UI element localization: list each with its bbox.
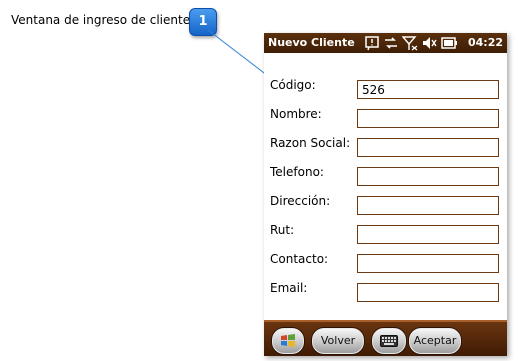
- mobile-window: Nuevo Cliente 04:22 Código: 526 Nombre: …: [264, 33, 507, 356]
- codigo-field[interactable]: 526: [357, 80, 499, 99]
- telefono-field[interactable]: [357, 167, 499, 186]
- contacto-field[interactable]: [357, 254, 499, 273]
- nombre-label: Nombre:: [270, 107, 322, 121]
- battery-icon[interactable]: [441, 35, 457, 51]
- contacto-label: Contacto:: [270, 252, 329, 266]
- form-row-contacto: Contacto:: [264, 249, 507, 273]
- direccion-label: Dirección:: [270, 194, 331, 208]
- form-row-codigo: Código: 526: [264, 75, 507, 99]
- codigo-label: Código:: [270, 78, 316, 92]
- title-bar: Nuevo Cliente 04:22: [264, 33, 507, 53]
- connectivity-icon[interactable]: [383, 35, 399, 51]
- rut-label: Rut:: [270, 223, 295, 237]
- keyboard-button[interactable]: [372, 328, 406, 354]
- email-label: Email:: [270, 281, 308, 295]
- email-field[interactable]: [357, 283, 499, 302]
- razon-social-field[interactable]: [357, 138, 499, 157]
- volume-muted-icon[interactable]: [421, 35, 437, 51]
- telefono-label: Telefono:: [270, 165, 324, 179]
- clock: 04:22: [467, 36, 503, 49]
- form-row-razon-social: Razon Social:: [264, 133, 507, 157]
- keyboard-icon: [380, 335, 398, 347]
- nombre-field[interactable]: [357, 109, 499, 128]
- window-title: Nuevo Cliente: [268, 36, 355, 49]
- no-signal-icon[interactable]: [402, 35, 418, 51]
- client-form: Código: 526 Nombre: Razon Social: Telefo…: [264, 53, 507, 320]
- notification-icon[interactable]: [364, 35, 380, 51]
- softkey-bar: Volver Aceptar: [264, 320, 507, 356]
- volver-button[interactable]: Volver: [312, 328, 364, 354]
- rut-field[interactable]: [357, 225, 499, 244]
- form-row-rut: Rut:: [264, 220, 507, 244]
- start-button[interactable]: [272, 328, 304, 354]
- aceptar-button[interactable]: Aceptar: [409, 328, 461, 354]
- direccion-field[interactable]: [357, 196, 499, 215]
- form-row-telefono: Telefono:: [264, 162, 507, 186]
- form-row-email: Email:: [264, 278, 507, 302]
- form-row-nombre: Nombre:: [264, 104, 507, 128]
- razon-social-label: Razon Social:: [270, 136, 351, 150]
- windows-start-icon: [281, 334, 295, 347]
- form-row-direccion: Dirección:: [264, 191, 507, 215]
